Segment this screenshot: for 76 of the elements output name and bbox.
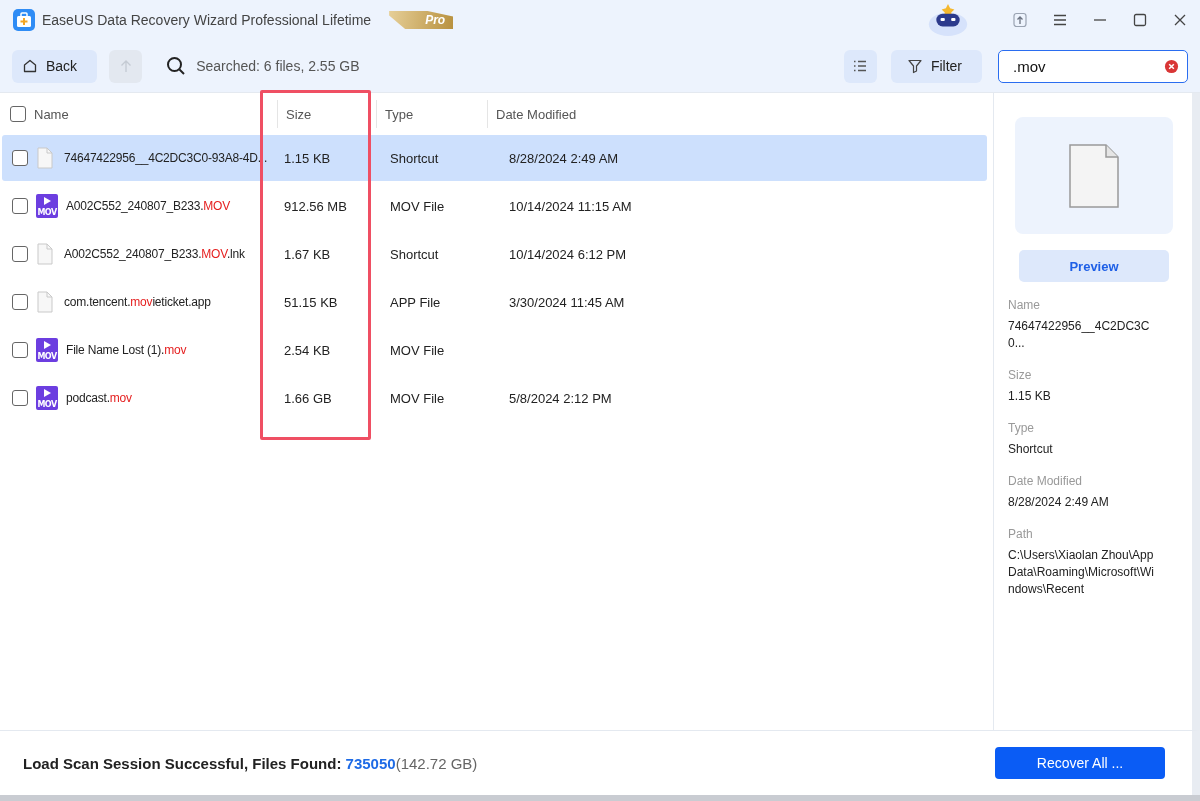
- row-checkbox[interactable]: [12, 246, 28, 262]
- detail-label: Path: [1008, 527, 1034, 541]
- file-type: MOV File: [390, 390, 445, 406]
- file-row[interactable]: MOV File Name Lost (1).mov 2.54 KB MOV File: [2, 327, 987, 373]
- file-row[interactable]: MOV A002C552_240807_B233.MOV 912.56 MB MOV File 10/14/2024 11:15 AM: [2, 183, 987, 229]
- detail-label: Size: [1008, 368, 1033, 382]
- detail-label: Type: [1008, 421, 1035, 435]
- column-header[interactable]: Date Modified: [496, 106, 577, 122]
- file-name: podcast.mov: [66, 391, 132, 405]
- row-checkbox[interactable]: [12, 294, 28, 310]
- column-header[interactable]: Size: [286, 106, 312, 122]
- document-icon: [36, 147, 54, 169]
- file-type: MOV File: [390, 198, 445, 214]
- select-all-checkbox[interactable]: [10, 106, 26, 122]
- detail-label: Date Modified: [1008, 474, 1084, 488]
- row-checkbox[interactable]: [12, 390, 28, 406]
- robot-mascot-icon[interactable]: [926, 3, 970, 37]
- document-icon: [36, 243, 54, 265]
- preview-button[interactable]: Preview: [1019, 250, 1169, 282]
- app-logo-icon: [12, 8, 36, 32]
- file-size: 2.54 KB: [284, 342, 331, 358]
- file-row[interactable]: MOV podcast.mov 1.66 GB MOV File 5/8/2024 2:12 PM: [2, 375, 987, 421]
- file-size: 912.56 MB: [284, 198, 347, 214]
- window-title: EaseUS Data Recovery Wizard Professional Lifetime: [42, 12, 372, 28]
- file-type: MOV File: [390, 342, 445, 358]
- file-row[interactable]: com.tencent.movieticket.app 51.15 KB APP File 3/30/2024 11:45 AM: [2, 279, 987, 325]
- row-checkbox[interactable]: [12, 198, 28, 214]
- funnel-icon: [906, 58, 923, 74]
- file-name: File Name Lost (1).mov: [66, 343, 187, 357]
- detail-value: 1.15 KB: [1008, 388, 1052, 405]
- home-icon: [22, 58, 38, 74]
- file-type: APP File: [390, 294, 441, 310]
- close-icon[interactable]: [1172, 12, 1188, 28]
- menu-icon[interactable]: [1052, 12, 1068, 28]
- file-row[interactable]: A002C552_240807_B233.MOV.lnk 1.67 KB Shortcut 10/14/2024 6:12 PM: [2, 231, 987, 277]
- video-file-icon: MOV: [36, 386, 58, 410]
- file-name: A002C552_240807_B233.MOV.lnk: [64, 247, 245, 261]
- list-icon: [852, 58, 869, 74]
- upload-icon[interactable]: [1012, 12, 1028, 28]
- detail-label: Name: [1008, 298, 1041, 312]
- detail-value: 74647422956__4C2DC3C0...: [1008, 318, 1151, 352]
- pro-badge: Pro: [389, 11, 454, 29]
- row-checkbox[interactable]: [12, 150, 28, 166]
- back-button[interactable]: Back: [12, 49, 98, 83]
- file-date: 8/28/2024 2:49 AM: [509, 150, 619, 166]
- file-size: 1.15 KB: [284, 150, 331, 166]
- row-checkbox[interactable]: [12, 342, 28, 358]
- recover-all-button[interactable]: Recover All ...: [995, 747, 1165, 779]
- document-icon: [36, 291, 54, 313]
- video-file-icon: MOV: [36, 338, 58, 362]
- video-file-icon: MOV: [36, 194, 58, 218]
- detail-value: 8/28/2024 2:49 AM: [1008, 494, 1110, 511]
- list-view-button[interactable]: [843, 49, 877, 83]
- maximize-icon[interactable]: [1132, 12, 1148, 28]
- file-size: 51.15 KB: [284, 294, 338, 310]
- search-icon: [166, 56, 187, 76]
- file-name: A002C552_240807_B233.MOV: [66, 199, 230, 213]
- file-size: 1.66 GB: [284, 390, 332, 406]
- scan-status-text: Load Scan Session Successful, Files Found: 735050(142.72 GB): [23, 754, 478, 772]
- clear-icon[interactable]: [1164, 58, 1179, 74]
- detail-value: C:\Users\Xiaolan Zhou\AppData\Roaming\Microsoft\Windows\Recent: [1008, 547, 1156, 598]
- file-type: Shortcut: [390, 246, 439, 262]
- file-size: 1.67 KB: [284, 246, 331, 262]
- document-icon: [1069, 143, 1119, 208]
- detail-value: Shortcut: [1008, 441, 1054, 458]
- column-header[interactable]: Type: [385, 106, 414, 122]
- file-type: Shortcut: [390, 150, 439, 166]
- file-date: 10/14/2024 11:15 AM: [509, 198, 632, 214]
- file-date: 3/30/2024 11:45 AM: [509, 294, 625, 310]
- file-date: 5/8/2024 2:12 PM: [509, 390, 612, 406]
- search-field[interactable]: .mov: [998, 49, 1188, 83]
- filter-button[interactable]: Filter: [890, 49, 982, 83]
- file-date: 10/14/2024 6:12 PM: [509, 246, 627, 262]
- file-name: com.tencent.movieticket.app: [64, 295, 211, 309]
- column-header[interactable]: Name: [34, 106, 69, 122]
- search-status: Searched: 6 files, 2.55 GB: [196, 58, 360, 74]
